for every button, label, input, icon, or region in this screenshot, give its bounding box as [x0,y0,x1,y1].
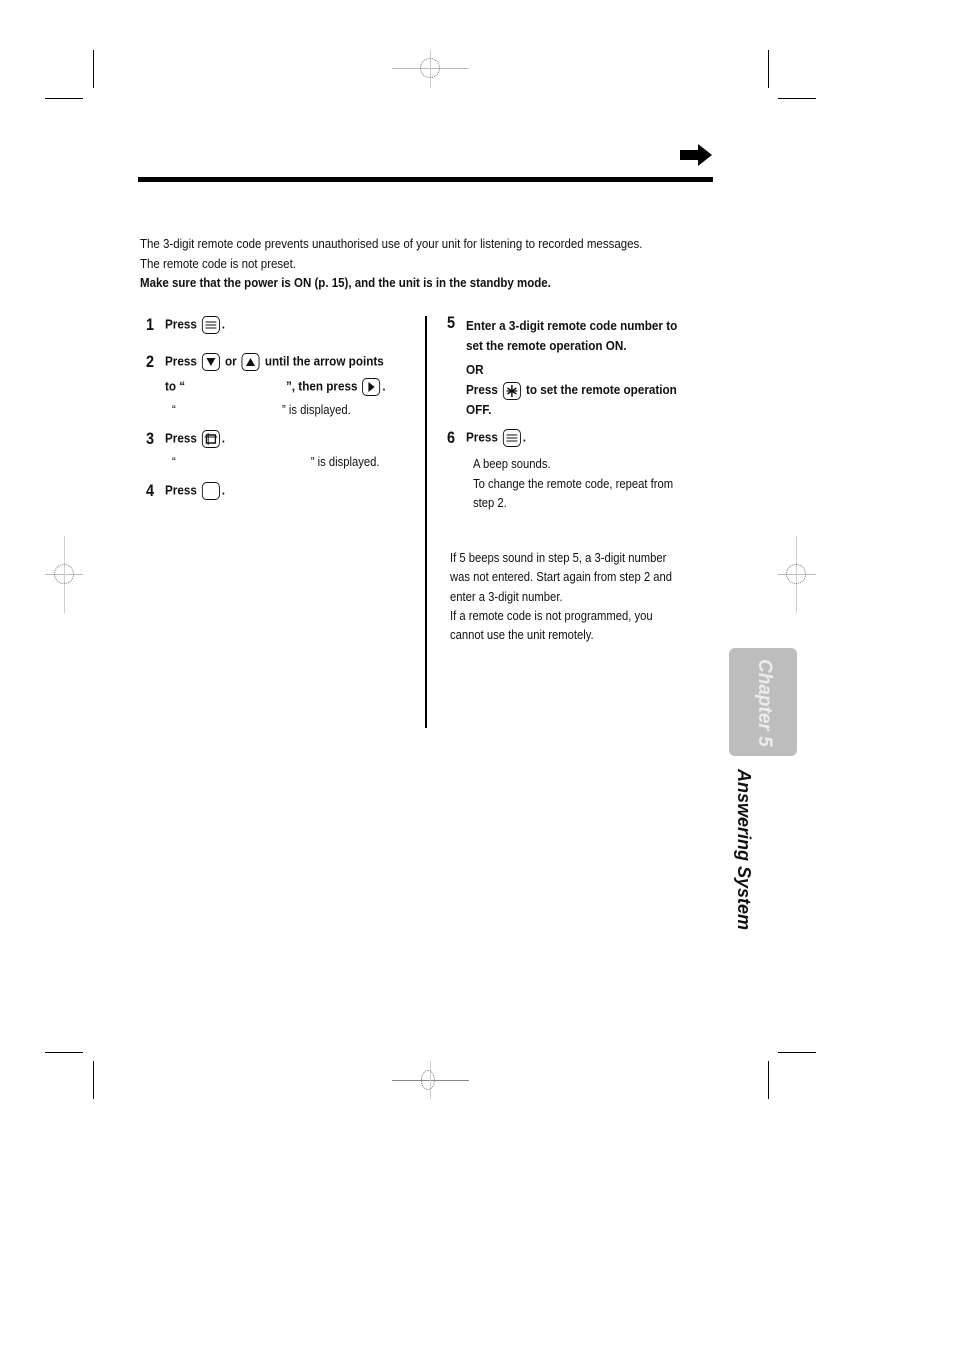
blank-key-icon [201,482,220,500]
star-key-icon [502,381,521,400]
step-number: 1 [146,315,155,334]
crop-mark [778,98,816,99]
crop-mark [768,1061,769,1099]
step-1: Press . [165,316,225,334]
step-4: Press . [165,482,225,500]
step-number: 6 [447,428,456,447]
intro-line: The remote code is not preset. [140,256,296,271]
step-5: Enter a 3-digit remote code number to se… [466,318,678,417]
intro-requirement: Make sure that the power is ON (p. 15), … [140,276,551,290]
continue-arrow-icon [680,144,712,166]
step-number: 4 [146,481,155,500]
program-key-icon [201,430,220,448]
crop-mark [93,50,94,88]
notes-block: If 5 beeps sound in step 5, a 3-digit nu… [450,551,673,643]
crop-mark [93,1061,94,1099]
step-2-note: “” is displayed. [172,403,351,417]
crop-mark [45,98,83,99]
column-divider [425,316,427,728]
chapter-label: Chapter 5 [754,659,775,747]
step-number: 3 [146,429,155,448]
right-key-icon [362,378,381,396]
intro-text: The 3-digit remote code prevents unautho… [140,235,674,294]
step-3-note: “” is displayed. [172,455,380,469]
crop-mark [778,1052,816,1053]
crop-mark [768,50,769,88]
crop-mark [45,1052,83,1053]
menu-key-icon [201,316,220,334]
step-6: Press . [466,429,526,447]
up-key-icon [241,353,260,371]
step-number: 2 [146,352,155,371]
step-6-notes: A beep sounds. To change the remote code… [473,457,674,510]
menu-key-icon [502,429,521,447]
intro-line: The 3-digit remote code prevents unautho… [140,237,643,251]
step-number: 5 [447,313,456,332]
section-label: Answering System [734,769,754,931]
step-2-line2: to “”, then press . [165,378,386,396]
step-text: Press [165,316,197,332]
title-rule [138,177,713,182]
step-3: Press . [165,430,225,448]
step-2: Press or until the arrow points [165,353,384,371]
down-key-icon [201,353,220,371]
